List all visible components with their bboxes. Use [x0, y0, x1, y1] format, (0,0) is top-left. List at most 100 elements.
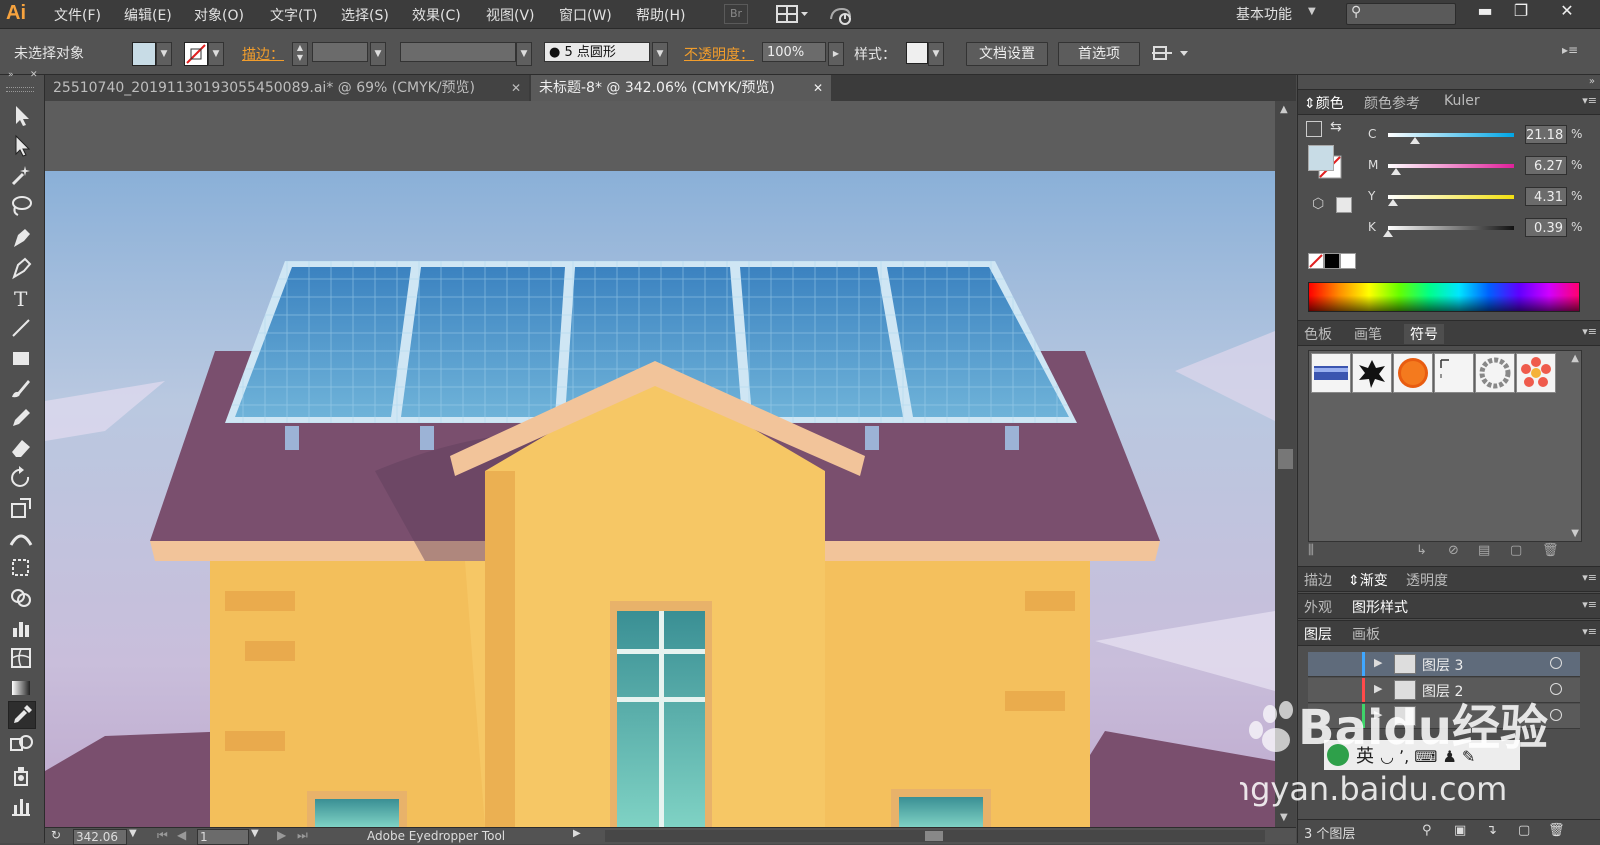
- cmyk-value-c[interactable]: 21.18: [1525, 125, 1567, 144]
- panel-menu-icon[interactable]: ▾≡: [1582, 325, 1597, 338]
- tab-graphic-styles[interactable]: 图形样式: [1352, 597, 1408, 617]
- symbol-corner-marks[interactable]: [1434, 353, 1474, 393]
- cmyk-slider-c[interactable]: [1388, 133, 1514, 137]
- clipping-mask-icon[interactable]: ▣: [1454, 823, 1466, 838]
- menu-select[interactable]: 选择(S): [341, 5, 389, 25]
- pencil-tool-icon[interactable]: [8, 405, 34, 431]
- layer-row[interactable]: ▶: [1308, 704, 1580, 729]
- tab-document-1[interactable]: 25510740_20191130193055450089.ai* @ 69% …: [45, 75, 529, 101]
- tab-artboards[interactable]: 画板: [1352, 624, 1380, 644]
- tab-brushes[interactable]: 画笔: [1354, 324, 1382, 344]
- panel-menu-icon[interactable]: ▾≡: [1582, 598, 1597, 611]
- preferences-button[interactable]: 首选项: [1058, 42, 1140, 66]
- none-swatch[interactable]: [1308, 253, 1324, 269]
- cmyk-slider-thumb[interactable]: [1383, 230, 1394, 237]
- rotate-view-icon[interactable]: ↻: [51, 828, 61, 842]
- break-link-icon[interactable]: ⊘: [1448, 543, 1459, 558]
- opacity-label[interactable]: 不透明度：: [684, 44, 754, 64]
- pen-tool-icon[interactable]: [8, 225, 34, 251]
- cmyk-slider-m[interactable]: [1388, 164, 1514, 168]
- scroll-thumb[interactable]: [1278, 449, 1293, 469]
- tab-symbols[interactable]: 符号: [1404, 324, 1444, 344]
- target-icon[interactable]: [1550, 709, 1562, 721]
- help-search-input[interactable]: ⚲: [1346, 3, 1456, 25]
- house-solar-artwork[interactable]: [45, 171, 1275, 827]
- color-spectrum[interactable]: [1308, 282, 1580, 312]
- first-page-icon[interactable]: ⏮: [157, 828, 168, 843]
- cmyk-slider-thumb[interactable]: [1388, 199, 1399, 206]
- web-safe-swatch[interactable]: [1336, 197, 1352, 213]
- stroke-label[interactable]: 描边：: [242, 44, 284, 64]
- shape-builder-tool-icon[interactable]: [8, 585, 34, 611]
- symbol-frame-ring[interactable]: [1475, 353, 1515, 393]
- symbol-orange-circle[interactable]: [1393, 353, 1433, 393]
- close-icon[interactable]: ✕: [813, 75, 823, 101]
- page-dropdown[interactable]: ▼: [251, 828, 259, 839]
- fill-swatch[interactable]: [132, 42, 156, 66]
- style-dropdown[interactable]: ▼: [928, 42, 944, 66]
- rotate-tool-icon[interactable]: [8, 465, 34, 491]
- scroll-thumb[interactable]: [925, 831, 943, 841]
- selection-tool-icon[interactable]: [8, 103, 34, 129]
- align-options-icon[interactable]: [1152, 43, 1192, 63]
- rectangle-tool-icon[interactable]: [8, 345, 34, 371]
- stroke-weight-dropdown[interactable]: ▼: [370, 42, 386, 66]
- status-menu-arrow[interactable]: ▶: [573, 828, 581, 839]
- document-setup-button[interactable]: 文档设置: [966, 42, 1048, 66]
- symbol-libraries-icon[interactable]: ⫼: [1308, 543, 1314, 558]
- target-icon[interactable]: [1550, 657, 1562, 669]
- variable-width-profile[interactable]: [400, 42, 516, 62]
- paintbrush-tool-icon[interactable]: [8, 375, 34, 401]
- panel-menu-icon[interactable]: ▾≡: [1582, 94, 1597, 107]
- graphic-style-swatch[interactable]: [906, 42, 928, 64]
- menu-type[interactable]: 文字(T): [270, 5, 317, 25]
- arrange-documents-icon[interactable]: [776, 4, 810, 24]
- tab-layers[interactable]: 图层: [1304, 624, 1332, 644]
- cmyk-value-k[interactable]: 0.39: [1525, 218, 1567, 237]
- fill-dropdown[interactable]: ▼: [156, 42, 172, 66]
- menu-edit[interactable]: 编辑(E): [124, 5, 172, 25]
- new-sublayer-icon[interactable]: ↴: [1486, 823, 1497, 838]
- panel-menu-icon[interactable]: ▾≡: [1582, 571, 1597, 584]
- new-symbol-icon[interactable]: ▢: [1510, 543, 1522, 558]
- opacity-slider-button[interactable]: ▶: [828, 42, 844, 66]
- expand-layer-icon[interactable]: ▶: [1374, 708, 1382, 721]
- target-icon[interactable]: [1550, 683, 1562, 695]
- tab-gradient[interactable]: ⇕渐变: [1348, 570, 1388, 590]
- opacity-field[interactable]: 100%: [762, 42, 826, 62]
- tab-kuler[interactable]: Kuler: [1444, 93, 1480, 109]
- panel-menu-icon[interactable]: ▾≡: [1582, 625, 1597, 638]
- curvature-tool-icon[interactable]: [8, 255, 34, 281]
- width-tool-icon[interactable]: [8, 525, 34, 551]
- scroll-up-icon[interactable]: ▲: [1280, 104, 1288, 115]
- tools-grip[interactable]: [6, 87, 34, 92]
- menu-window[interactable]: 窗口(W): [559, 5, 612, 25]
- menu-help[interactable]: 帮助(H): [636, 5, 685, 25]
- symbol-ink-splat[interactable]: [1352, 353, 1392, 393]
- zoom-dropdown[interactable]: ▼: [129, 828, 137, 839]
- cmyk-slider-thumb[interactable]: [1409, 137, 1420, 144]
- last-page-icon[interactable]: ⏭: [297, 828, 308, 843]
- stroke-weight-field[interactable]: [312, 42, 368, 62]
- cmyk-slider-y[interactable]: [1388, 195, 1514, 199]
- visibility-toggle[interactable]: [1312, 654, 1332, 674]
- brush-definition[interactable]: ● 5 点圆形: [544, 42, 650, 62]
- chevron-down-icon[interactable]: ▼: [1308, 6, 1316, 17]
- eyedropper-tool-icon[interactable]: [8, 701, 36, 729]
- visibility-toggle[interactable]: [1312, 680, 1332, 700]
- profile-dropdown[interactable]: ▼: [516, 42, 532, 66]
- cmyk-slider-thumb[interactable]: [1390, 168, 1401, 175]
- close-icon[interactable]: ✕: [511, 75, 521, 101]
- cmyk-slider-k[interactable]: [1388, 226, 1514, 230]
- collapse-dock-icon[interactable]: »: [1589, 76, 1595, 87]
- layer-name[interactable]: 图层 2: [1422, 681, 1463, 701]
- fill-color-swatch[interactable]: [1308, 145, 1334, 171]
- previous-page-icon[interactable]: ◀: [177, 828, 186, 842]
- symbol-sprayer-tool-icon[interactable]: [8, 763, 34, 789]
- symbol-flower[interactable]: [1516, 353, 1556, 393]
- column-graph-tool-icon[interactable]: [8, 793, 34, 819]
- layer-row[interactable]: ▶ 图层 2: [1308, 678, 1580, 703]
- stroke-none-swatch[interactable]: [184, 42, 208, 66]
- type-tool-icon[interactable]: T: [8, 285, 34, 311]
- brush-dropdown[interactable]: ▼: [652, 42, 668, 66]
